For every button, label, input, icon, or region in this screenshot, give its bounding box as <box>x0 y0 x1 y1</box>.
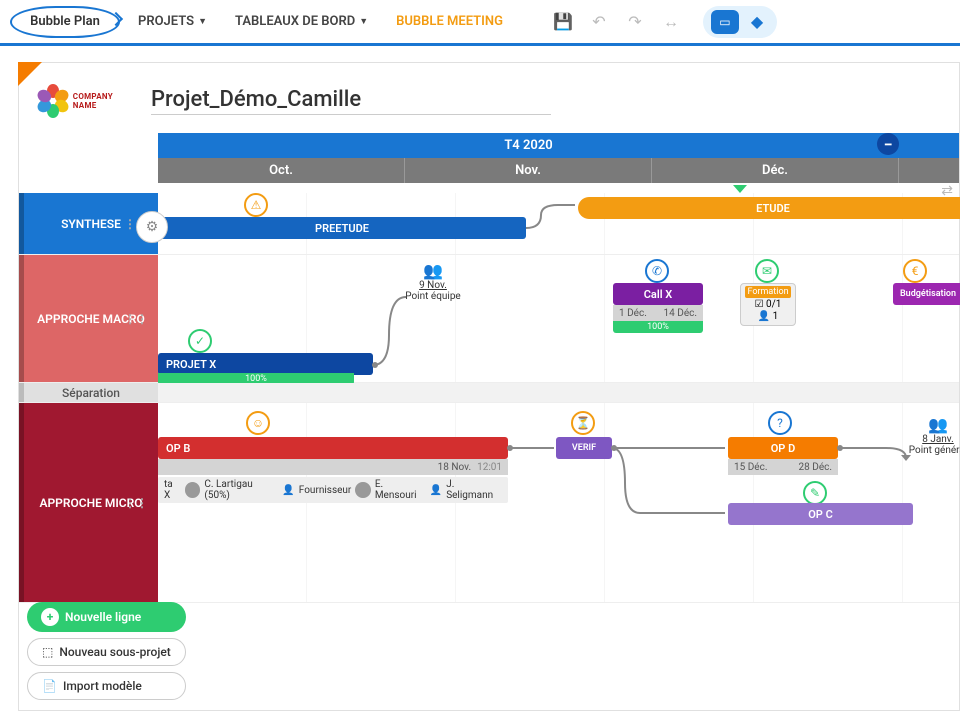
row-content-micro[interactable]: ☺ OP B 18 Nov.12:01 ta X C. Lartigau (50… <box>158 403 959 602</box>
nav-tableaux[interactable]: TABLEAUX DE BORD▼ <box>225 6 378 37</box>
undo-icon[interactable]: ↶ <box>585 8 613 36</box>
project-title[interactable]: Projet_Démo_Camille <box>151 87 551 115</box>
bar-callx[interactable]: Call X <box>613 283 703 305</box>
row-separation: Séparation <box>19 383 959 403</box>
company-name: COMPANY NAME <box>73 92 135 110</box>
bar-projetx[interactable]: PROJET X <box>158 353 373 375</box>
bar-opc[interactable]: OP C <box>728 503 913 525</box>
phone-icon[interactable]: ✆ <box>645 259 669 283</box>
subproject-icon: ⬚ <box>42 645 53 659</box>
redo-icon[interactable]: ↷ <box>621 8 649 36</box>
bar-opb[interactable]: OP B <box>158 437 508 459</box>
plus-icon: + <box>41 608 59 626</box>
row-content-macro[interactable]: 👥 9 Nov. Point équipe ✆ Call X 1 Déc.14 … <box>158 255 959 382</box>
avatar-icon <box>355 482 371 498</box>
question-icon[interactable]: ? <box>768 411 792 435</box>
quarter-label: T4 2020 − <box>158 133 899 158</box>
smile-icon[interactable]: ☺ <box>246 411 270 435</box>
warning-icon[interactable]: ⚠ <box>244 193 268 217</box>
collapse-quarter-icon[interactable]: − <box>877 133 899 155</box>
avatar-icon <box>185 482 201 498</box>
save-icon[interactable]: 💾 <box>549 8 577 36</box>
bar-verif[interactable]: VERIF <box>556 437 612 459</box>
bar-opb-date: 18 Nov.12:01 <box>158 459 508 475</box>
row-label-separation[interactable]: Séparation <box>19 383 158 402</box>
calendar-view-icon[interactable]: ▭ <box>711 10 739 34</box>
milestone-point-general[interactable]: 👥 8 Janv. Point général <box>908 415 960 456</box>
check-icon[interactable]: ✓ <box>188 329 212 353</box>
import-icon: 📄 <box>42 679 57 693</box>
people-icon: 👥 <box>398 261 468 280</box>
app-logo[interactable]: Bubble Plan <box>10 6 120 38</box>
month-nov[interactable]: Nov. <box>405 158 652 183</box>
bar-callx-dates: 1 Déc.14 Déc. <box>613 305 703 321</box>
person-icon: 👤 <box>430 485 442 496</box>
milestone-point-equipe[interactable]: 👥 9 Nov. Point équipe <box>398 261 468 302</box>
months-header: Oct. Nov. Déc. <box>158 158 959 183</box>
new-subproject-button[interactable]: ⬚ Nouveau sous-projet <box>27 638 186 666</box>
company-logo: COMPANY NAME <box>35 81 135 121</box>
people-icon: 👥 <box>908 415 960 434</box>
row-macro: APPROCHE MACRO ⋮⋮ 👥 9 Nov. Point équipe … <box>19 255 959 383</box>
row-label-micro[interactable]: APPROCHE MICRO ⋮⋮ <box>19 403 158 602</box>
petals-icon <box>35 83 69 119</box>
euro-icon[interactable]: € <box>903 259 927 283</box>
quarter-header: T4 2020 − <box>158 133 959 158</box>
card-formation[interactable]: Formation ☑ 0/1 👤 1 <box>740 283 796 326</box>
gantt-body: ⇄ SYNTHESE ⋮⋮ ⚠ PREETUDE ETUDE APPROCHE … <box>19 183 959 603</box>
mail-icon[interactable]: ✉ <box>755 259 779 283</box>
top-toolbar: Bubble Plan PROJETS▼ TABLEAUX DE BORD▼ B… <box>0 0 960 46</box>
edit-icon[interactable]: ✎ <box>803 481 827 505</box>
nav-meeting[interactable]: BUBBLE MEETING <box>386 6 513 37</box>
row-content-synthese[interactable]: ⚠ PREETUDE ETUDE <box>158 193 959 254</box>
expand-icon[interactable]: ↔ <box>657 8 685 36</box>
bar-opd[interactable]: OP D <box>728 437 838 459</box>
bottom-buttons: + Nouvelle ligne ⬚ Nouveau sous-projet 📄… <box>27 602 186 700</box>
row-content-separation <box>158 383 959 402</box>
caret-down-icon: ▼ <box>198 16 207 27</box>
diamond-view-icon[interactable]: ◆ <box>745 10 769 34</box>
grip-icon[interactable]: ⋮⋮ <box>124 496 148 510</box>
row-label-macro[interactable]: APPROCHE MACRO ⋮⋮ <box>19 255 158 382</box>
month-dec[interactable]: Déc. <box>652 158 899 183</box>
people-row-opb[interactable]: ta X C. Lartigau (50%)👤 Fournisseur E. M… <box>158 477 508 503</box>
hourglass-icon[interactable]: ⏳ <box>571 411 595 435</box>
caret-down-icon: ▼ <box>359 16 368 27</box>
marker-green-icon <box>733 185 747 193</box>
bar-callx-progress: 100% <box>613 321 703 333</box>
import-model-button[interactable]: 📄 Import modèle <box>27 672 186 700</box>
bar-opd-dates: 15 Déc.28 Déc. <box>728 459 838 475</box>
bar-budget[interactable]: Budgétisation <box>893 283 960 305</box>
view-toggle: ▭ ◆ <box>703 6 777 38</box>
nav-projets[interactable]: PROJETS▼ <box>128 6 217 37</box>
month-oct[interactable]: Oct. <box>158 158 405 183</box>
row-micro: APPROCHE MICRO ⋮⋮ ☺ OP B 18 Nov.12:01 ta… <box>19 403 959 603</box>
new-line-button[interactable]: + Nouvelle ligne <box>27 602 186 632</box>
workspace: COMPANY NAME Projet_Démo_Camille ⚙ T4 20… <box>18 62 960 711</box>
grip-icon[interactable]: ⋮⋮ <box>124 312 148 326</box>
gear-icon[interactable]: ⚙ <box>136 211 168 243</box>
project-header: COMPANY NAME Projet_Démo_Camille <box>19 63 959 133</box>
bar-etude[interactable]: ETUDE <box>578 197 960 219</box>
bar-preetude[interactable]: PREETUDE <box>158 217 526 239</box>
person-icon: 👤 <box>282 485 294 496</box>
